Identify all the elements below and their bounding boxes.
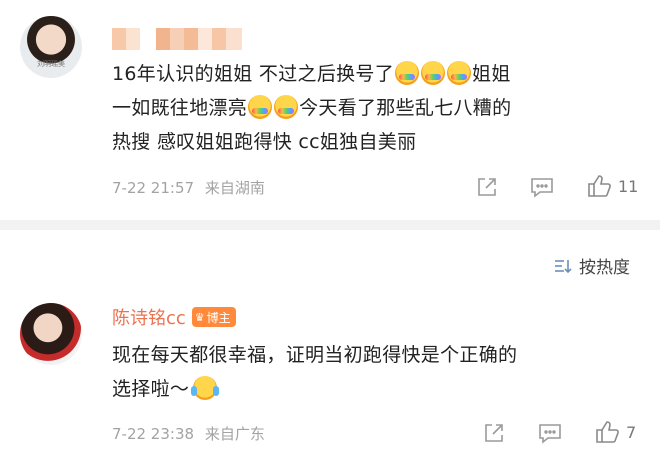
username[interactable]: 陈诗铭cc ♛ 博主 — [112, 304, 236, 330]
comment-icon[interactable] — [538, 422, 562, 444]
username-text[interactable]: 陈诗铭cc — [112, 304, 186, 330]
blogger-badge: ♛ 博主 — [191, 307, 236, 327]
comment-text-line-1: 16年认识的姐姐 不过之后换号了 姐姐 — [112, 61, 511, 85]
location: 来自湖南 — [204, 179, 265, 197]
rainbow-face-emoji-icon — [447, 61, 472, 85]
crown-icon: ♛ — [194, 310, 205, 324]
share-icon[interactable] — [476, 176, 498, 198]
divider — [0, 220, 660, 230]
comment-meta: 7-22 21:57 来自湖南 — [112, 177, 265, 198]
rainbow-face-emoji-icon — [421, 61, 446, 85]
like-button[interactable]: 7 — [594, 419, 636, 445]
rainbow-face-emoji-icon — [395, 61, 420, 85]
thumbs-up-icon — [586, 173, 612, 199]
avatar[interactable]: 刘明瑶美 — [20, 16, 82, 78]
timestamp: 7-22 23:38 — [112, 425, 195, 443]
like-count: 7 — [626, 422, 637, 442]
comment-text-line-2: 一如既往地漂亮 今天看了那些乱七八糟的 — [112, 95, 512, 119]
username-redacted — [112, 28, 242, 50]
rainbow-face-emoji-icon — [274, 95, 299, 119]
sort-label: 按热度 — [579, 258, 630, 278]
avatar[interactable] — [20, 303, 82, 365]
like-count: 11 — [618, 176, 639, 196]
comment-meta: 7-22 23:38 来自广东 — [112, 423, 265, 444]
location: 来自广东 — [204, 425, 265, 443]
crying-face-emoji-icon — [191, 376, 220, 400]
comment-icon[interactable] — [530, 176, 554, 198]
comment-text-line-1: 现在每天都很幸福，证明当初跑得快是个正确的 — [112, 344, 518, 366]
badge-label: 博主 — [206, 310, 231, 325]
sort-by-hot-button[interactable]: 按热度 — [553, 253, 630, 278]
comment-text-line-3: 热搜 感叹姐姐跑得快 cc姐独自美丽 — [112, 131, 417, 153]
comment-text-line-2: 选择啦～ — [112, 374, 220, 404]
like-button[interactable]: 11 — [586, 173, 638, 199]
rainbow-face-emoji-icon — [248, 95, 273, 119]
thumbs-up-icon — [594, 419, 620, 445]
timestamp: 7-22 21:57 — [112, 179, 195, 197]
share-icon[interactable] — [483, 422, 505, 444]
sort-icon — [553, 257, 573, 275]
avatar-caption: 刘明瑶美 — [37, 60, 65, 68]
